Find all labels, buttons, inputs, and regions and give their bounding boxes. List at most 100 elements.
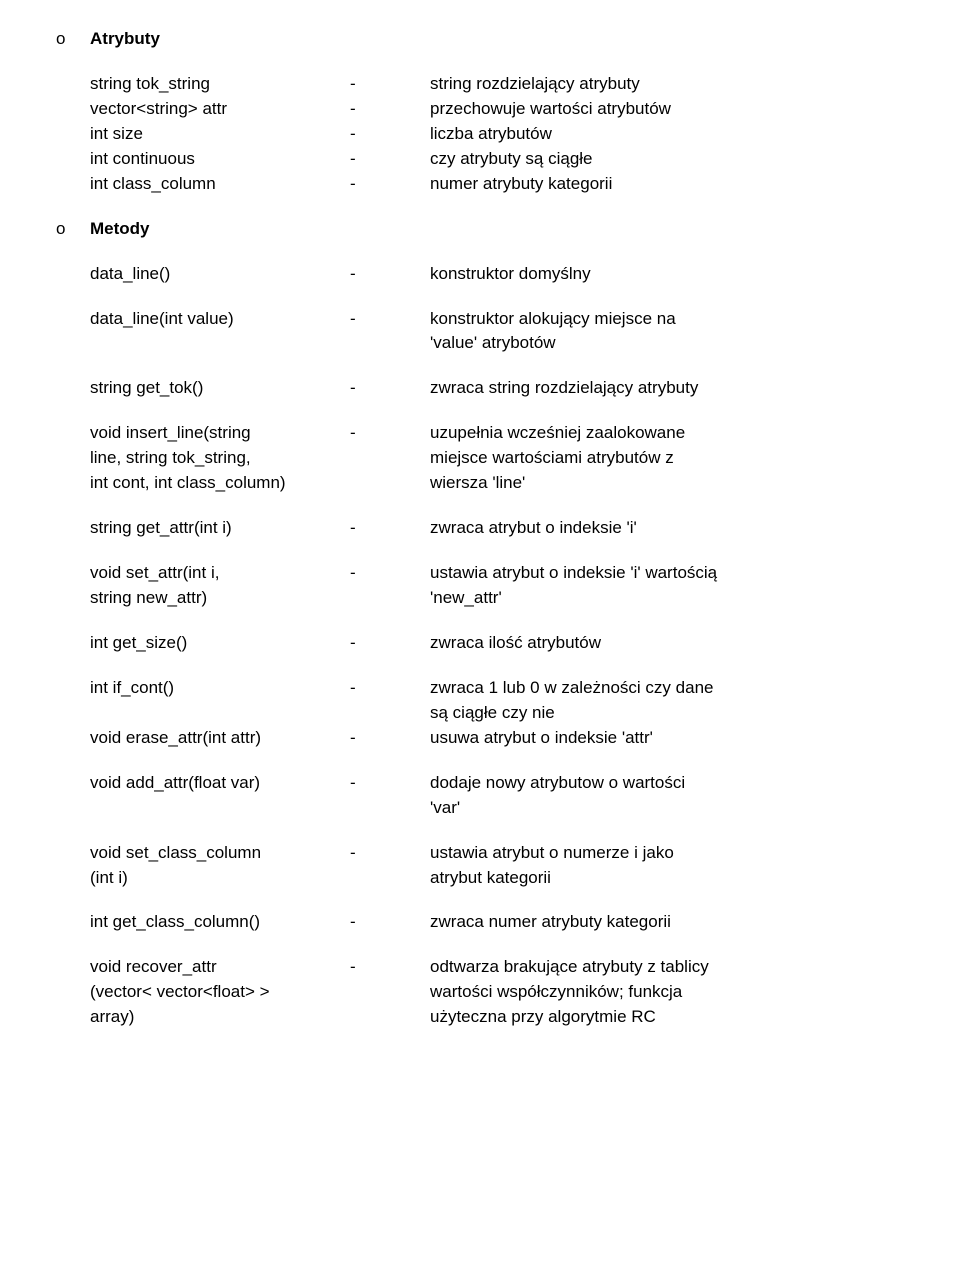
method-name [90,702,350,725]
method-line: string get_tok()-zwraca string rozdziela… [90,377,900,400]
method-line: data_line()-konstruktor domyślny [90,263,900,286]
method-row: void set_attr(int i,-ustawia atrybut o i… [90,562,900,610]
method-description: 'var' [430,797,900,820]
method-name: void erase_attr(int attr) [90,727,350,750]
method-description: ustawia atrybut o indeksie 'i' wartością [430,562,900,585]
method-description: miejsce wartościami atrybutów z [430,447,900,470]
method-row: int get_size()-zwraca ilość atrybutów [90,632,900,655]
method-row: void add_attr(float var)-dodaje nowy atr… [90,772,900,820]
method-name: void recover_attr [90,956,350,979]
attribute-description: numer atrybuty kategorii [430,173,900,196]
method-line: void insert_line(string-uzupełnia wcześn… [90,422,900,445]
method-line: string new_attr)'new_attr' [90,587,900,610]
attribute-name: vector<string> attr [90,98,350,121]
dash-separator: - [350,148,430,171]
method-line: są ciągłe czy nie [90,702,900,725]
attribute-description: przechowuje wartości atrybutów [430,98,900,121]
method-row: data_line()-konstruktor domyślny [90,263,900,286]
dash-separator: - [350,263,430,286]
method-row: int if_cont()-zwraca 1 lub 0 w zależnośc… [90,677,900,750]
method-name [90,332,350,355]
method-line: (vector< vector<float> > wartości współcz… [90,981,900,1004]
dash-separator: - [350,517,430,540]
method-row: string get_tok()-zwraca string rozdziela… [90,377,900,400]
dash-separator [350,447,430,470]
method-description: 'new_attr' [430,587,900,610]
attribute-name: int size [90,123,350,146]
method-row: string get_attr(int i)-zwraca atrybut o … [90,517,900,540]
method-line: int get_size()-zwraca ilość atrybutów [90,632,900,655]
method-name: int get_size() [90,632,350,655]
method-description: są ciągłe czy nie [430,702,900,725]
method-line: void recover_attr-odtwarza brakujące atr… [90,956,900,979]
method-name: (vector< vector<float> > [90,981,350,1004]
attributes-table: string tok_string-string rozdzielający a… [90,73,900,196]
method-description: konstruktor alokujący miejsce na [430,308,900,331]
attributes-heading: o Atrybuty [56,28,900,51]
dash-separator: - [350,73,430,96]
dash-separator: - [350,422,430,445]
methods-heading-label: Metody [90,218,150,241]
method-description: wartości współczynników; funkcja [430,981,900,1004]
attribute-name: int class_column [90,173,350,196]
method-description: usuwa atrybut o indeksie 'attr' [430,727,900,750]
method-line: string get_attr(int i)-zwraca atrybut o … [90,517,900,540]
method-line: void set_attr(int i,-ustawia atrybut o i… [90,562,900,585]
method-name: string get_tok() [90,377,350,400]
dash-separator [350,332,430,355]
dash-separator [350,981,430,1004]
method-name: int cont, int class_column) [90,472,350,495]
attribute-name: int continuous [90,148,350,171]
methods-table: data_line()-konstruktor domyślnydata_lin… [90,263,900,1030]
method-name [90,797,350,820]
dash-separator [350,472,430,495]
dash-separator: - [350,727,430,750]
method-line: 'var' [90,797,900,820]
dash-separator: - [350,956,430,979]
method-line: int cont, int class_column) wiersza 'line… [90,472,900,495]
method-name: array) [90,1006,350,1029]
attribute-row: vector<string> attr-przechowuje wartości… [90,98,900,121]
bullet-icon: o [56,218,90,241]
method-description: zwraca atrybut o indeksie 'i' [430,517,900,540]
dash-separator: - [350,98,430,121]
method-description: zwraca 1 lub 0 w zależności czy dane [430,677,900,700]
method-line: void add_attr(float var)-dodaje nowy atr… [90,772,900,795]
attribute-row: int continuous-czy atrybuty są ciągłe [90,148,900,171]
attribute-description: czy atrybuty są ciągłe [430,148,900,171]
method-line: line, string tok_string, miejsce wartości… [90,447,900,470]
methods-heading: o Metody [56,218,900,241]
method-description: użyteczna przy algorytmie RC [430,1006,900,1029]
method-name: void set_attr(int i, [90,562,350,585]
method-description: wiersza 'line' [430,472,900,495]
method-description: konstruktor domyślny [430,263,900,286]
method-description: zwraca string rozdzielający atrybuty [430,377,900,400]
method-name: (int i) [90,867,350,890]
dash-separator: - [350,173,430,196]
method-row: void insert_line(string-uzupełnia wcześn… [90,422,900,495]
method-line: array) użyteczna przy algorytmie RC [90,1006,900,1029]
method-name: line, string tok_string, [90,447,350,470]
dash-separator [350,1006,430,1029]
method-name: string get_attr(int i) [90,517,350,540]
dash-separator: - [350,772,430,795]
dash-separator: - [350,308,430,331]
attribute-name: string tok_string [90,73,350,96]
method-name: int get_class_column() [90,911,350,934]
method-description: ustawia atrybut o numerze i jako [430,842,900,865]
bullet-icon: o [56,28,90,51]
dash-separator: - [350,677,430,700]
method-line: data_line(int value)-konstruktor alokują… [90,308,900,331]
attribute-row: string tok_string-string rozdzielający a… [90,73,900,96]
dash-separator: - [350,632,430,655]
method-description: zwraca numer atrybuty kategorii [430,911,900,934]
attribute-row: int class_column-numer atrybuty kategori… [90,173,900,196]
method-row: void set_class_column-ustawia atrybut o … [90,842,900,890]
attribute-description: liczba atrybutów [430,123,900,146]
method-name: void set_class_column [90,842,350,865]
dash-separator: - [350,562,430,585]
method-description: dodaje nowy atrybutow o wartości [430,772,900,795]
dash-separator: - [350,377,430,400]
dash-separator [350,797,430,820]
method-name: data_line() [90,263,350,286]
